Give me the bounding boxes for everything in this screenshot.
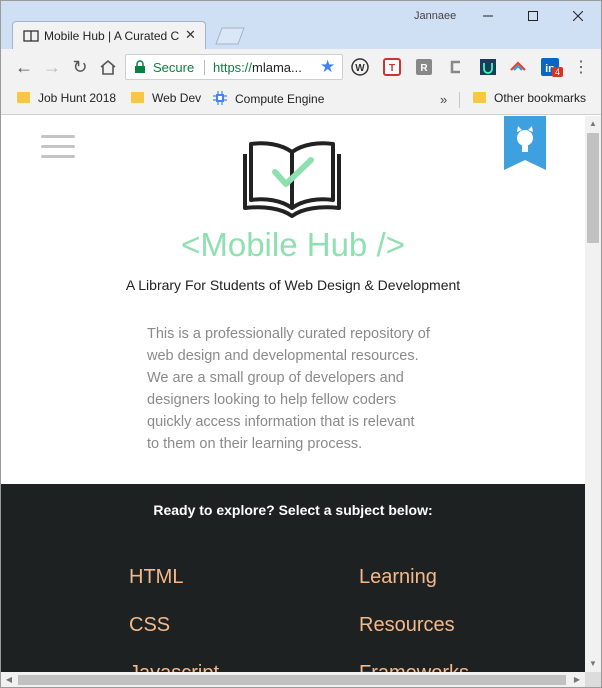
intro-line: This is a professionally curated reposit… — [147, 326, 430, 342]
new-tab-button[interactable] — [214, 27, 246, 45]
book-favicon-icon — [23, 30, 39, 42]
profile-name[interactable]: Jannaee — [414, 10, 456, 22]
folder-icon — [473, 92, 486, 103]
other-bookmarks-label: Other bookmarks — [494, 91, 587, 105]
subject-link-css[interactable]: CSS — [129, 614, 170, 637]
t-extension-icon[interactable]: T — [383, 58, 401, 76]
close-window-button[interactable] — [555, 1, 601, 31]
bookmarks-divider — [459, 92, 460, 108]
minimize-button[interactable] — [465, 1, 511, 31]
intro-line: designers looking to help fellow coders — [147, 392, 397, 408]
bookmark-label: Web Dev — [152, 91, 202, 105]
bookmark-star-icon[interactable]: ★ — [320, 57, 335, 77]
maximize-button[interactable] — [510, 1, 556, 31]
c-extension-icon[interactable] — [447, 58, 465, 76]
bookmarks-overflow-button[interactable]: » — [440, 92, 447, 107]
back-arrow-icon[interactable]: ← — [13, 56, 35, 78]
r-extension-icon[interactable]: R — [415, 58, 433, 76]
linkedin-badge: 4 — [552, 67, 564, 77]
subject-link-resources[interactable]: Resources — [359, 614, 455, 637]
intro-line: to them on their learning process. — [147, 436, 363, 452]
omnibox-divider — [204, 60, 205, 75]
intro-line: quickly access information that is relev… — [147, 414, 415, 430]
u-extension-icon[interactable] — [479, 58, 497, 76]
minimize-icon — [483, 15, 493, 17]
scroll-up-arrow-icon[interactable]: ▲ — [585, 116, 601, 132]
title-bar: Jannaee Mobile Hub | A Curated C ✕ — [1, 1, 601, 49]
bookmark-compute-engine[interactable]: Compute Engine — [213, 91, 324, 109]
reload-icon[interactable]: ↻ — [69, 56, 91, 78]
open-book-logo-icon — [243, 141, 341, 218]
vertical-scroll-thumb[interactable] — [587, 133, 599, 243]
intro-paragraph: This is a professionally curated reposit… — [147, 323, 447, 455]
url-scheme: https:// — [213, 60, 253, 75]
chrome-menu-icon[interactable]: ⋮ — [573, 57, 589, 77]
browser-window: Jannaee Mobile Hub | A Curated C ✕ ← → ↻ — [0, 0, 602, 688]
forward-arrow-icon[interactable]: → — [41, 56, 63, 78]
hamburger-menu-icon[interactable] — [41, 135, 75, 159]
scroll-left-arrow-icon[interactable]: ◀ — [1, 672, 17, 687]
horizontal-scroll-thumb[interactable] — [18, 675, 566, 685]
explore-heading: Ready to explore? Select a subject below… — [153, 502, 433, 518]
tab-close-icon[interactable]: ✕ — [185, 27, 196, 43]
arrow-extension-icon[interactable] — [509, 58, 527, 76]
github-ribbon-link[interactable] — [504, 116, 546, 170]
svg-text:W: W — [355, 63, 365, 74]
folder-icon — [131, 92, 144, 103]
horizontal-scrollbar[interactable]: ◀ ▶ — [1, 672, 585, 687]
compute-engine-icon — [213, 91, 227, 105]
subject-link-javascript[interactable]: Javascript — [129, 662, 219, 672]
tab-mobile-hub[interactable]: Mobile Hub | A Curated C ✕ — [12, 21, 206, 49]
close-icon — [573, 11, 583, 21]
maximize-icon — [528, 11, 538, 21]
browser-toolbar: ← → ↻ Secure https://mlama... ★ W T R in… — [1, 49, 601, 85]
bookmark-job-hunt-2018[interactable]: Job Hunt 2018 — [17, 91, 116, 109]
w-extension-icon[interactable]: W — [351, 58, 369, 76]
scroll-right-arrow-icon[interactable]: ▶ — [569, 672, 585, 687]
intro-line: web design and developmental resources. — [147, 348, 419, 364]
address-bar[interactable]: Secure https://mlama... ★ — [125, 54, 343, 80]
page-title: <Mobile Hub /> — [181, 226, 405, 263]
svg-text:T: T — [389, 63, 395, 74]
tab-title: Mobile Hub | A Curated C — [44, 29, 180, 43]
url-text: https://mlama... — [213, 60, 313, 75]
home-icon[interactable] — [97, 56, 119, 78]
svg-text:R: R — [420, 63, 428, 74]
secure-label: Secure — [153, 60, 195, 75]
scrollbar-corner — [585, 672, 601, 687]
bookmark-label: Compute Engine — [235, 92, 325, 106]
url-host: mlama... — [252, 60, 302, 75]
page-subtitle: A Library For Students of Web Design & D… — [125, 277, 461, 293]
subjects-section: Ready to explore? Select a subject below… — [1, 484, 585, 672]
scroll-down-arrow-icon[interactable]: ▼ — [585, 656, 601, 672]
subject-link-learning[interactable]: Learning — [359, 566, 437, 589]
bookmark-label: Job Hunt 2018 — [38, 91, 117, 105]
subject-link-html[interactable]: HTML — [129, 566, 183, 589]
other-bookmarks[interactable]: Other bookmarks — [473, 91, 586, 109]
folder-icon — [17, 92, 30, 103]
page-viewport: <Mobile Hub /> A Library For Students of… — [1, 116, 585, 672]
vertical-scrollbar[interactable]: ▲ ▼ — [585, 116, 601, 672]
intro-line: We are a small group of developers and — [147, 370, 404, 386]
subject-link-frameworks[interactable]: Frameworks — [359, 662, 469, 672]
bookmark-web-dev[interactable]: Web Dev — [131, 91, 201, 109]
lock-icon — [135, 60, 145, 73]
bookmarks-bar: Job Hunt 2018 Web Dev Compute Engine » O… — [1, 85, 601, 115]
